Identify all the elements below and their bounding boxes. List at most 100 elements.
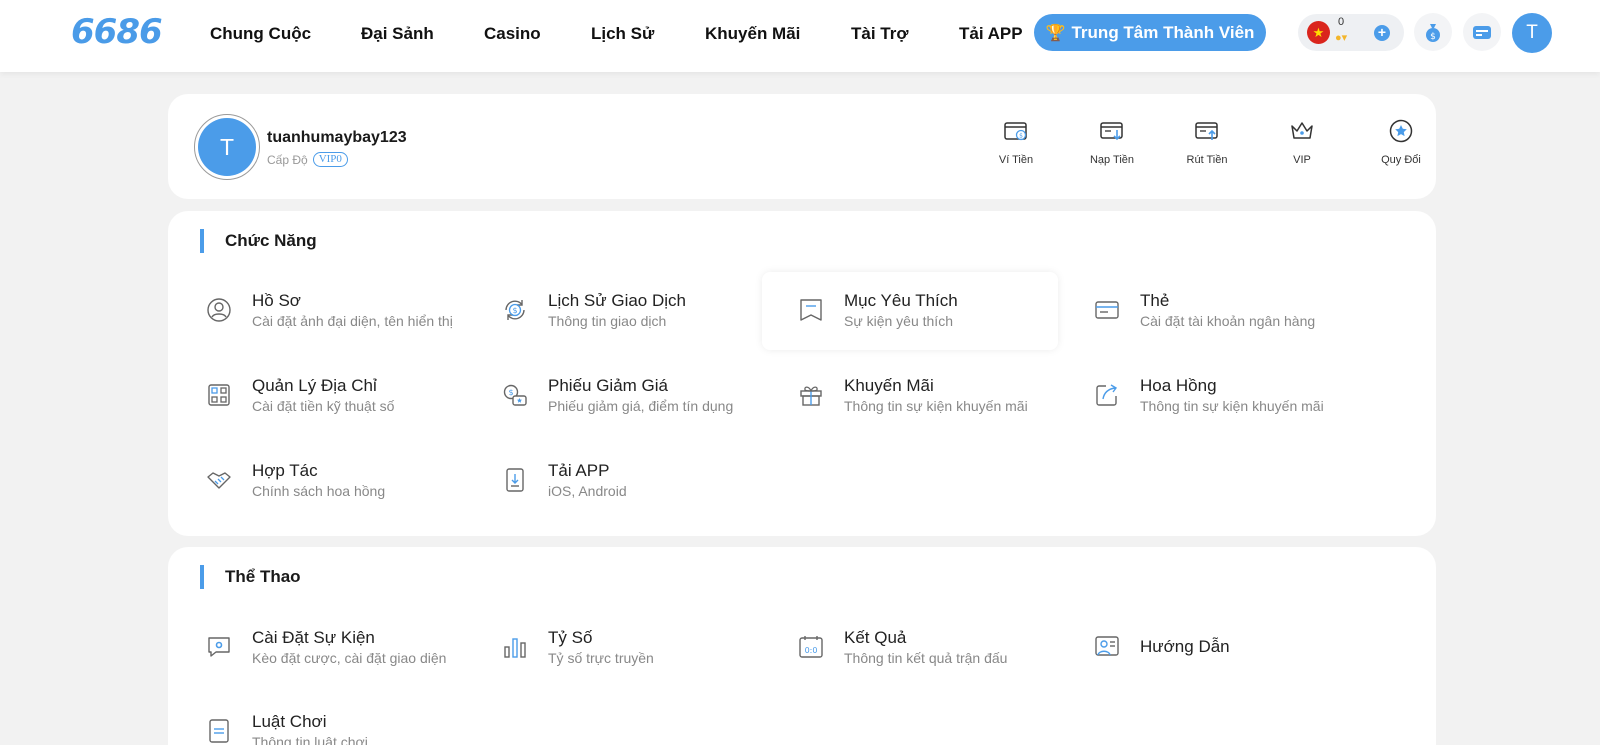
user-circle-icon [207, 298, 231, 322]
func-address-management[interactable]: Quản Lý Địa Chỉ Cài đặt tiền kỹ thuật số [170, 357, 466, 435]
func-coupons[interactable]: $ Phiếu Giảm Giá Phiếu giảm giá, điểm tí… [466, 357, 762, 435]
nav-tai-tro[interactable]: Tài Trợ [851, 24, 908, 44]
func-sub: Sự kiện yêu thích [844, 313, 953, 329]
func-sub: iOS, Android [548, 483, 627, 499]
wallet-card-button[interactable] [1463, 13, 1501, 51]
profile-avatar-ring: T [194, 114, 260, 180]
chat-settings-icon [208, 637, 230, 657]
bar-chart-icon [504, 638, 526, 658]
sport-title: Luật Chơi [252, 712, 327, 731]
func-cards[interactable]: Thẻ Cài đặt tài khoản ngân hàng [1058, 272, 1354, 350]
func-profile[interactable]: Hồ Sơ Cài đặt ảnh đại diện, tên hiển thị [170, 272, 466, 350]
svg-text:$: $ [512, 306, 517, 315]
balance-value: 0 [1338, 16, 1345, 28]
dollar-refresh-icon: $ [505, 300, 525, 320]
svg-text:0:0: 0:0 [805, 646, 818, 655]
sport-results[interactable]: 0:0 Kết Quả Thông tin kết quả trận đấu [762, 609, 1058, 687]
quick-deposit[interactable]: Nạp Tiền [1072, 118, 1152, 168]
func-title: Mục Yêu Thích [844, 291, 958, 310]
func-title: Hoa Hồng [1140, 376, 1217, 395]
func-commission[interactable]: Hoa Hồng Thông tin sự kiện khuyến mãi [1058, 357, 1354, 435]
func-transaction-history[interactable]: $ Lịch Sử Giao Dịch Thông tin giao dịch [466, 272, 762, 350]
user-avatar[interactable]: T [1512, 13, 1552, 53]
sport-sub: Kèo đặt cược, cài đặt giao diện [252, 650, 447, 666]
guide-icon [1095, 636, 1119, 656]
func-title: Quản Lý Địa Chỉ [252, 376, 377, 395]
func-sub: Cài đặt tài khoản ngân hàng [1140, 313, 1316, 329]
balance-pill[interactable]: ★ 0 ●▾ + [1298, 14, 1404, 51]
quick-vip[interactable]: VIP [1262, 118, 1342, 168]
sports-title: Thể Thao [200, 565, 301, 589]
gift-icon [800, 386, 822, 406]
level-row: Cấp Độ VIP0 [267, 152, 348, 167]
func-sub: Thông tin sự kiện khuyến mãi [844, 398, 1028, 414]
site-logo[interactable]: 6686 [71, 12, 163, 52]
func-sub: Thông tin sự kiện khuyến mãi [1140, 398, 1324, 414]
func-sub: Thông tin giao dịch [548, 313, 667, 329]
card-icon [1095, 301, 1119, 319]
func-title: Hợp Tác [252, 461, 318, 480]
func-sub: Cài đặt ảnh đại diện, tên hiển thị [252, 313, 453, 329]
quick-wallet[interactable]: $ Ví Tiền [976, 118, 1056, 168]
handshake-icon [207, 472, 231, 489]
qr-code-icon [208, 384, 230, 406]
sport-title: Hướng Dẫn [1140, 637, 1230, 656]
coin-icon: ●▾ [1335, 32, 1348, 44]
func-promotions[interactable]: Khuyến Mãi Thông tin sự kiện khuyến mãi [762, 357, 1058, 435]
quick-withdraw[interactable]: Rút Tiền [1167, 118, 1247, 168]
vip-badge: VIP0 [312, 152, 348, 167]
func-title: Thẻ [1140, 291, 1170, 310]
nav-tai-app[interactable]: Tải APP [959, 24, 1023, 44]
quick-exchange[interactable]: Quy Đổi [1361, 118, 1441, 168]
sport-title: Cài Đặt Sự Kiện [252, 628, 375, 647]
scoreboard-icon: 0:0 [799, 636, 823, 658]
download-app-icon [506, 468, 524, 492]
sport-title: Kết Quả [844, 628, 907, 647]
quick-withdraw-label: Rút Tiền [1186, 154, 1228, 166]
svg-text:$: $ [1019, 133, 1023, 140]
trophy-icon: 🏆 [1045, 24, 1066, 42]
nav-dai-sanh[interactable]: Đại Sảnh [361, 24, 434, 44]
quick-wallet-label: Ví Tiền [998, 154, 1034, 166]
func-title: Lịch Sử Giao Dịch [548, 291, 686, 310]
functions-title: Chức Năng [200, 229, 317, 253]
func-download-app[interactable]: Tải APP iOS, Android [466, 442, 762, 520]
sport-event-settings[interactable]: Cài Đặt Sự Kiện Kèo đặt cược, cài đặt gi… [170, 609, 466, 687]
money-bag-button[interactable]: $ [1414, 13, 1452, 51]
profile-avatar[interactable]: T [198, 118, 256, 176]
func-title: Khuyến Mãi [844, 376, 934, 395]
nav-khuyen-mai[interactable]: Khuyến Mãi [705, 24, 800, 44]
sport-rules[interactable]: Luật Chơi Thông tin luật chơi [170, 693, 466, 745]
sport-sub: Thông tin luật chơi [252, 734, 368, 745]
nav-casino[interactable]: Casino [484, 24, 541, 44]
func-title: Hồ Sơ [252, 291, 301, 310]
quick-exchange-label: Quy Đổi [1381, 154, 1421, 166]
func-sub: Phiếu giảm giá, điểm tín dụng [548, 398, 734, 414]
vietnam-flag-icon[interactable]: ★ [1307, 21, 1330, 44]
sport-guide[interactable]: Hướng Dẫn [1058, 609, 1354, 687]
member-center-label: Trung Tâm Thành Viên [1071, 22, 1255, 42]
func-partnership[interactable]: Hợp Tác Chính sách hoa hồng [170, 442, 466, 520]
svg-text:$: $ [508, 388, 513, 397]
add-funds-icon[interactable]: + [1374, 25, 1390, 41]
quick-deposit-label: Nạp Tiền [1089, 154, 1135, 166]
sport-score[interactable]: Tỷ Số Tỷ số trực truyền [466, 609, 762, 687]
quick-vip-label: VIP [1293, 154, 1311, 166]
func-title: Phiếu Giảm Giá [548, 376, 668, 395]
sport-title: Tỷ Số [548, 628, 593, 647]
bookmark-icon [800, 299, 822, 321]
sports-card: Thể Thao Cài Đặt Sự Kiện Kèo đặt cược, c… [168, 547, 1436, 745]
crown-icon [1291, 122, 1313, 139]
func-favorites[interactable]: Mục Yêu Thích Sự kiện yêu thích [762, 272, 1058, 350]
nav-lich-su[interactable]: Lịch Sử [591, 24, 654, 44]
func-sub: Cài đặt tiền kỹ thuật số [252, 398, 395, 414]
username: tuanhumaybay123 [267, 129, 407, 146]
level-label: Cấp Độ [267, 152, 308, 167]
star-exchange-icon [1389, 119, 1413, 143]
func-title: Tải APP [548, 461, 610, 480]
nav-chung-cuoc[interactable]: Chung Cuộc [210, 24, 311, 44]
wallet-icon: $ [1004, 122, 1027, 141]
profile-card: T tuanhumaybay123 Cấp Độ VIP0 $ Ví Tiền … [168, 94, 1436, 199]
top-header: 6686 Chung Cuộc Đại Sảnh Casino Lịch Sử … [0, 0, 1600, 72]
member-center-button[interactable]: 🏆 Trung Tâm Thành Viên [1034, 14, 1266, 51]
